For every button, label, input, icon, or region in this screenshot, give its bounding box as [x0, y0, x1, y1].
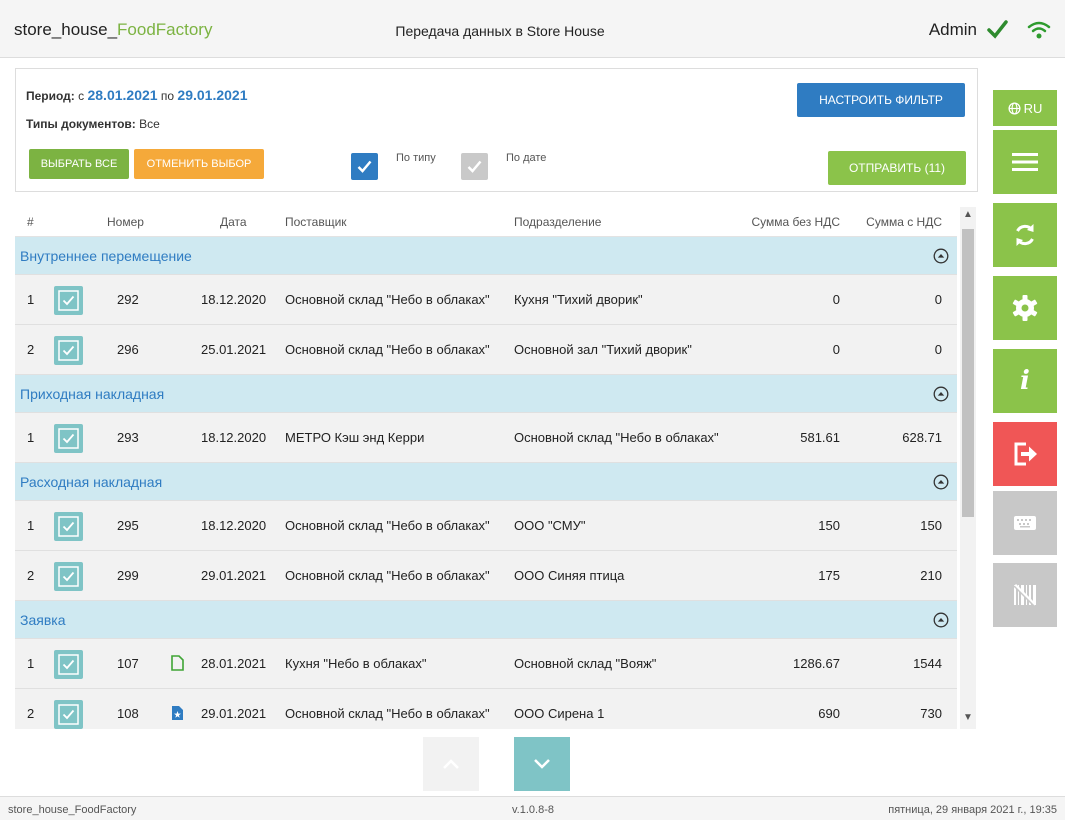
- row-date: 18.12.2020: [201, 292, 267, 307]
- collapse-group-icon[interactable]: [933, 474, 949, 490]
- row-number: 299: [117, 568, 139, 583]
- row-checkbox[interactable]: [54, 650, 83, 679]
- table-row[interactable]: 2 296 25.01.2021 Основной склад "Небо в обл…: [15, 325, 957, 375]
- row-sum-vat: 1544: [913, 656, 942, 671]
- row-sum: 690: [818, 706, 840, 721]
- collapse-group-icon[interactable]: [933, 612, 949, 628]
- page-up-button[interactable]: [423, 737, 479, 791]
- checkbox-check-icon: [58, 654, 79, 675]
- row-date: 29.01.2021: [201, 706, 267, 721]
- chevron-down-icon: [534, 759, 550, 769]
- row-number: 296: [117, 342, 139, 357]
- footer-app-name: store_house_FoodFactory: [8, 804, 137, 816]
- row-index: 2: [27, 706, 35, 721]
- row-sum: 0: [832, 342, 840, 357]
- footer: store_house_FoodFactory v.1.0.8-8 пятниц…: [0, 796, 1065, 820]
- row-number: 295: [117, 518, 139, 533]
- table-row[interactable]: 1 107 28.01.2021 Кухня "Небо в облаках" Осно…: [15, 639, 957, 689]
- row-department: ООО Синяя птица: [514, 568, 625, 583]
- collapse-group-icon[interactable]: [933, 386, 949, 402]
- group-row[interactable]: Заявка: [15, 601, 957, 639]
- table-row[interactable]: 1 292 18.12.2020 Основной склад "Небо в обл…: [15, 275, 957, 325]
- group-label: Приходная накладная: [20, 386, 165, 402]
- row-department: Основной склад "Небо в облаках": [514, 430, 719, 445]
- group-label: Заявка: [20, 612, 66, 628]
- row-supplier: Основной склад "Небо в облаках": [285, 568, 490, 583]
- row-department: ООО "СМУ": [514, 518, 586, 533]
- row-supplier: Основной склад "Небо в облаках": [285, 518, 490, 533]
- footer-version: v.1.0.8-8: [512, 804, 554, 816]
- row-department: ООО Сирена 1: [514, 706, 605, 721]
- row-date: 18.12.2020: [201, 430, 267, 445]
- document-icon: [171, 655, 184, 671]
- row-number: 108: [117, 706, 139, 721]
- row-date: 18.12.2020: [201, 518, 267, 533]
- checkbox-check-icon: [58, 516, 79, 537]
- table-row[interactable]: 1 295 18.12.2020 Основной склад "Небо в обл…: [15, 501, 957, 551]
- row-sum-vat: 0: [934, 292, 942, 307]
- row-supplier: МЕТРО Кэш энд Керри: [285, 430, 425, 445]
- row-index: 1: [27, 292, 35, 307]
- collapse-group-icon[interactable]: [933, 248, 949, 264]
- row-department: Основной склад "Вояж": [514, 656, 657, 671]
- checkbox-check-icon: [58, 704, 79, 725]
- row-index: 2: [27, 568, 35, 583]
- row-index: 1: [27, 518, 35, 533]
- scroll-up-arrow-icon[interactable]: ▲: [963, 209, 973, 220]
- checkbox-check-icon: [58, 428, 79, 449]
- row-sum-vat: 628.71: [902, 430, 942, 445]
- row-supplier: Основной склад "Небо в облаках": [285, 292, 490, 307]
- row-department: Кухня "Тихий дворик": [514, 292, 643, 307]
- scroll-thumb[interactable]: [962, 229, 974, 517]
- scroll-down-arrow-icon[interactable]: ▼: [963, 712, 973, 723]
- row-sum-vat: 0: [934, 342, 942, 357]
- row-department: Основной зал "Тихий дворик": [514, 342, 692, 357]
- row-checkbox[interactable]: [54, 512, 83, 541]
- group-row[interactable]: Приходная накладная: [15, 375, 957, 413]
- group-row[interactable]: Внутреннее перемещение: [15, 237, 957, 275]
- row-sum: 150: [818, 518, 840, 533]
- group-label: Внутреннее перемещение: [20, 248, 192, 264]
- group-row[interactable]: Расходная накладная: [15, 463, 957, 501]
- row-number: 293: [117, 430, 139, 445]
- checkbox-check-icon: [58, 290, 79, 311]
- row-supplier: Основной склад "Небо в облаках": [285, 706, 490, 721]
- row-checkbox[interactable]: [54, 562, 83, 591]
- row-sum: 1286.67: [793, 656, 840, 671]
- page-down-button[interactable]: [514, 737, 570, 791]
- vertical-scrollbar[interactable]: ▲ ▼: [960, 207, 976, 729]
- footer-datetime: пятница, 29 января 2021 г., 19:35: [888, 804, 1057, 816]
- row-date: 25.01.2021: [201, 342, 267, 357]
- document-star-icon: [172, 706, 183, 720]
- group-label: Расходная накладная: [20, 474, 163, 490]
- table-row[interactable]: 2 299 29.01.2021 Основной склад "Небо в обл…: [15, 551, 957, 601]
- row-sum: 0: [832, 292, 840, 307]
- row-checkbox[interactable]: [54, 286, 83, 315]
- row-sum: 581.61: [800, 430, 840, 445]
- row-number: 292: [117, 292, 139, 307]
- grid-body: Внутреннее перемещение 1 292 18.12.2020 Осно…: [0, 0, 1065, 729]
- row-checkbox[interactable]: [54, 700, 83, 729]
- row-index: 1: [27, 656, 35, 671]
- row-sum: 175: [818, 568, 840, 583]
- checkbox-check-icon: [58, 566, 79, 587]
- chevron-up-icon: [443, 759, 459, 769]
- row-sum-vat: 150: [920, 518, 942, 533]
- checkbox-check-icon: [58, 340, 79, 361]
- table-row[interactable]: 1 293 18.12.2020 МЕТРО Кэш энд Керри Основно…: [15, 413, 957, 463]
- row-index: 2: [27, 342, 35, 357]
- row-number: 107: [117, 656, 139, 671]
- row-date: 29.01.2021: [201, 568, 267, 583]
- row-sum-vat: 210: [920, 568, 942, 583]
- table-row[interactable]: 2 108 29.01.2021 Основной склад "Небо в обл…: [15, 689, 957, 729]
- row-supplier: Кухня "Небо в облаках": [285, 656, 427, 671]
- row-checkbox[interactable]: [54, 424, 83, 453]
- row-supplier: Основной склад "Небо в облаках": [285, 342, 490, 357]
- row-date: 28.01.2021: [201, 656, 267, 671]
- row-index: 1: [27, 430, 35, 445]
- row-sum-vat: 730: [920, 706, 942, 721]
- row-checkbox[interactable]: [54, 336, 83, 365]
